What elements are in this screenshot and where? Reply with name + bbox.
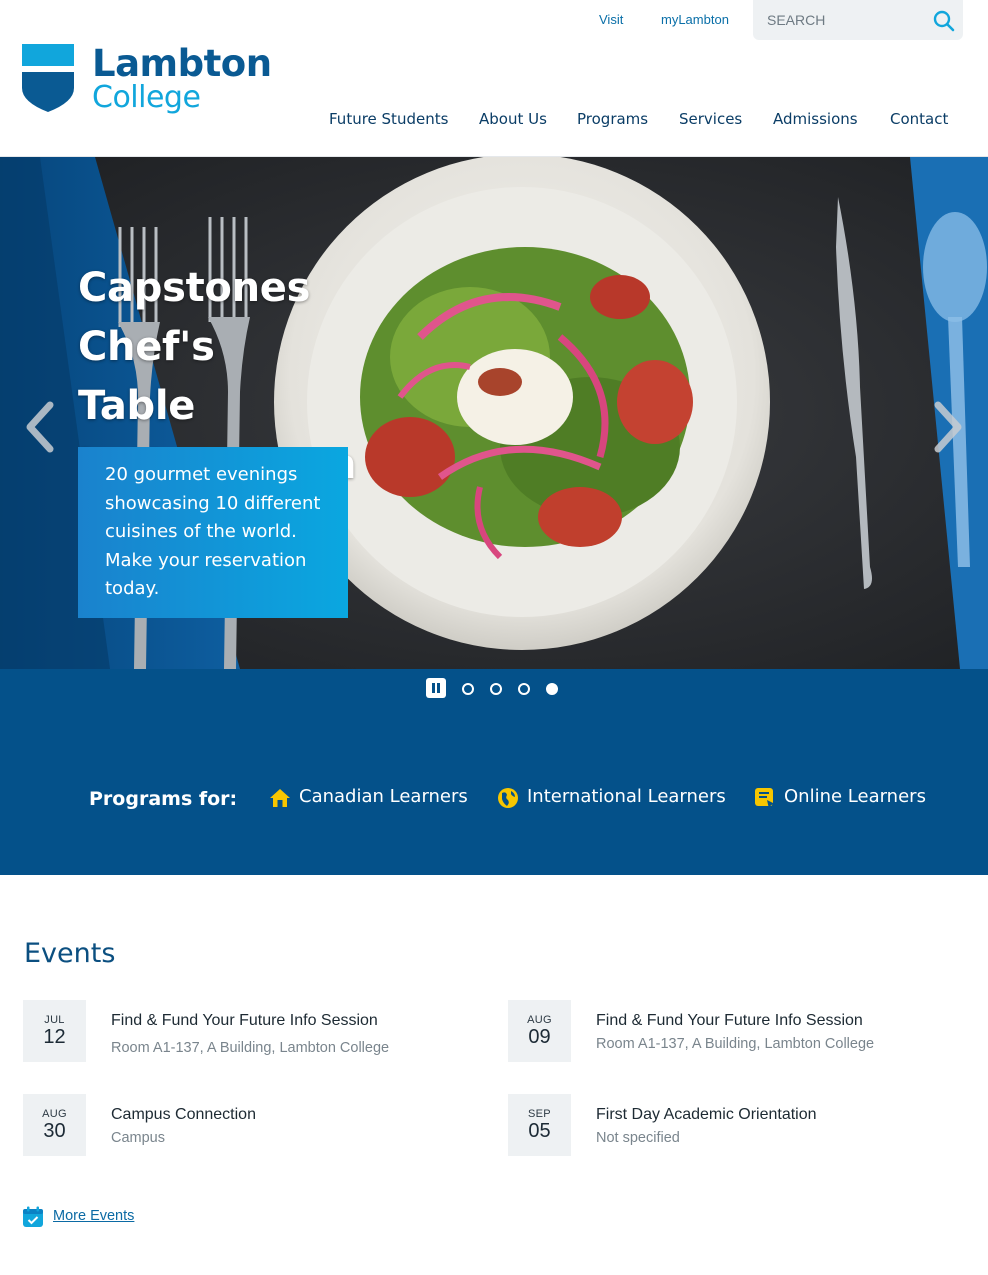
pause-icon (437, 683, 440, 693)
carousel-dot-4[interactable] (546, 683, 558, 695)
nav-contact[interactable]: Contact (890, 110, 948, 128)
events-heading: Events (24, 938, 116, 969)
event-date: JUL 12 (23, 1000, 86, 1062)
event-month: AUG (42, 1108, 67, 1120)
event-location: Campus (111, 1130, 165, 1146)
shield-logo-icon (22, 44, 74, 112)
canadian-learners-link[interactable]: Canadian Learners (299, 786, 468, 807)
nav-about-us[interactable]: About Us (479, 110, 547, 128)
event-location: Not specified (596, 1130, 680, 1146)
online-learners-link[interactable]: Online Learners (784, 786, 926, 807)
logo-wordmark-college: College (92, 80, 201, 115)
event-day: 12 (43, 1026, 66, 1048)
home-icon (270, 789, 290, 807)
event-item[interactable]: JUL 12 Find & Fund Your Future Info Sess… (23, 1000, 463, 1062)
programs-for-label: Programs for: (89, 788, 238, 810)
event-month: AUG (527, 1014, 552, 1026)
carousel-dot-2[interactable] (490, 683, 502, 695)
event-location: Room A1-137, A Building, Lambton College (596, 1036, 875, 1052)
event-date: AUG 30 (23, 1094, 86, 1156)
carousel-pause-button[interactable] (426, 678, 446, 698)
event-month: JUL (44, 1014, 65, 1026)
globe-icon (498, 788, 518, 808)
hero-description: 20 gourmet evenings showcasing 10 differ… (105, 464, 321, 599)
event-date: SEP 05 (508, 1094, 571, 1156)
event-title[interactable]: Find & Fund Your Future Info Session (596, 1012, 863, 1030)
event-title[interactable]: First Day Academic Orientation (596, 1106, 817, 1124)
carousel-prev-arrow-icon[interactable] (20, 397, 60, 457)
calendar-icon (23, 1206, 43, 1227)
hero-carousel: Capstones Chef's Table is Now Open 20 go… (0, 157, 988, 669)
event-day: 09 (528, 1026, 551, 1048)
event-date: AUG 09 (508, 1000, 571, 1062)
search-bar (753, 0, 963, 40)
hero-description-box[interactable]: 20 gourmet evenings showcasing 10 differ… (78, 447, 348, 618)
logo-wordmark-lambton: Lambton (92, 42, 272, 85)
event-item[interactable]: AUG 30 Campus Connection Campus (23, 1094, 463, 1156)
event-title[interactable]: Find & Fund Your Future Info Session (111, 1012, 378, 1030)
lambton-college-logo[interactable]: Lambton College (22, 44, 272, 120)
event-day: 30 (43, 1120, 66, 1142)
site-header: Lambton College Visit myLambton Future S… (0, 0, 988, 157)
nav-admissions[interactable]: Admissions (773, 110, 858, 128)
search-input[interactable] (753, 0, 923, 40)
event-month: SEP (528, 1108, 551, 1120)
carousel-dot-1[interactable] (462, 683, 474, 695)
nav-programs[interactable]: Programs (577, 110, 648, 128)
carousel-next-arrow-icon[interactable] (928, 397, 968, 457)
carousel-dot-3[interactable] (518, 683, 530, 695)
nav-future-students[interactable]: Future Students (329, 110, 448, 128)
visit-link[interactable]: Visit (599, 12, 623, 27)
search-icon[interactable] (933, 10, 955, 32)
nav-services[interactable]: Services (679, 110, 742, 128)
mylambton-link[interactable]: myLambton (661, 12, 729, 27)
hero-title-line: Table (78, 383, 196, 429)
event-location: Room A1-137, A Building, Lambton College (111, 1040, 390, 1056)
event-day: 05 (528, 1120, 551, 1142)
event-item[interactable]: AUG 09 Find & Fund Your Future Info Sess… (508, 1000, 948, 1062)
more-events-link[interactable]: More Events (53, 1208, 134, 1224)
hero-title-line: Capstones Chef's (78, 265, 311, 370)
online-learning-icon (755, 788, 775, 809)
event-item[interactable]: SEP 05 First Day Academic Orientation No… (508, 1094, 948, 1156)
event-title[interactable]: Campus Connection (111, 1106, 256, 1124)
programs-band (0, 669, 988, 875)
pause-icon (432, 683, 435, 693)
international-learners-link[interactable]: International Learners (527, 786, 726, 807)
